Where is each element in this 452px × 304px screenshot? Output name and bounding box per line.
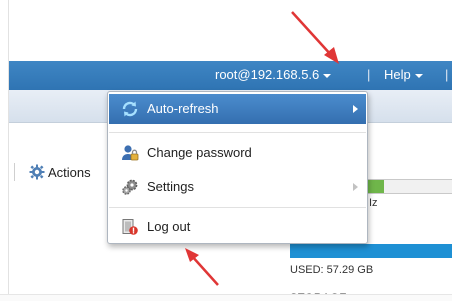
gears-icon xyxy=(122,179,138,195)
menu-divider xyxy=(109,207,366,208)
chevron-down-icon xyxy=(414,73,423,78)
chevron-down-icon xyxy=(323,73,332,78)
header-separator-2: | xyxy=(445,67,449,82)
menu-item-log-out[interactable]: Log out xyxy=(109,212,366,242)
help-menu-button[interactable]: Help xyxy=(384,67,423,82)
cpu-usage-bar xyxy=(358,179,452,194)
gear-icon[interactable] xyxy=(29,164,45,180)
user-menu-label: root@192.168.5.6 xyxy=(215,67,320,82)
chevron-right-icon xyxy=(353,183,358,191)
header-separator: | xyxy=(367,67,371,82)
menu-divider xyxy=(109,132,366,133)
menu-item-label: Log out xyxy=(147,219,191,234)
annotation-arrow-bottom xyxy=(190,254,219,286)
annotation-arrow-top xyxy=(291,11,333,57)
logout-icon xyxy=(122,219,138,235)
user-lock-icon xyxy=(122,145,139,161)
chevron-right-icon xyxy=(353,105,358,113)
toolbar-divider xyxy=(14,163,15,181)
window-left-edge xyxy=(8,0,9,300)
storage-usage-bar xyxy=(290,244,452,258)
user-dropdown-menu: Auto-refresh Change password Settings Lo… xyxy=(107,91,368,244)
refresh-icon xyxy=(122,101,138,117)
menu-item-settings[interactable]: Settings xyxy=(109,172,366,202)
menu-item-change-password[interactable]: Change password xyxy=(109,138,366,168)
menu-item-label: Auto-refresh xyxy=(147,101,219,116)
menu-item-label: Change password xyxy=(147,145,252,160)
cpu-unit-label: Iz xyxy=(369,197,378,209)
menu-item-auto-refresh[interactable]: Auto-refresh xyxy=(109,94,366,124)
help-menu-label: Help xyxy=(384,67,411,82)
arrow-head-icon xyxy=(185,248,199,262)
actions-button[interactable]: Actions xyxy=(48,165,91,180)
storage-used-label: USED: 57.29 GB xyxy=(290,264,374,276)
menu-item-label: Settings xyxy=(147,179,194,194)
user-menu-button[interactable]: root@192.168.5.6 xyxy=(215,67,332,83)
